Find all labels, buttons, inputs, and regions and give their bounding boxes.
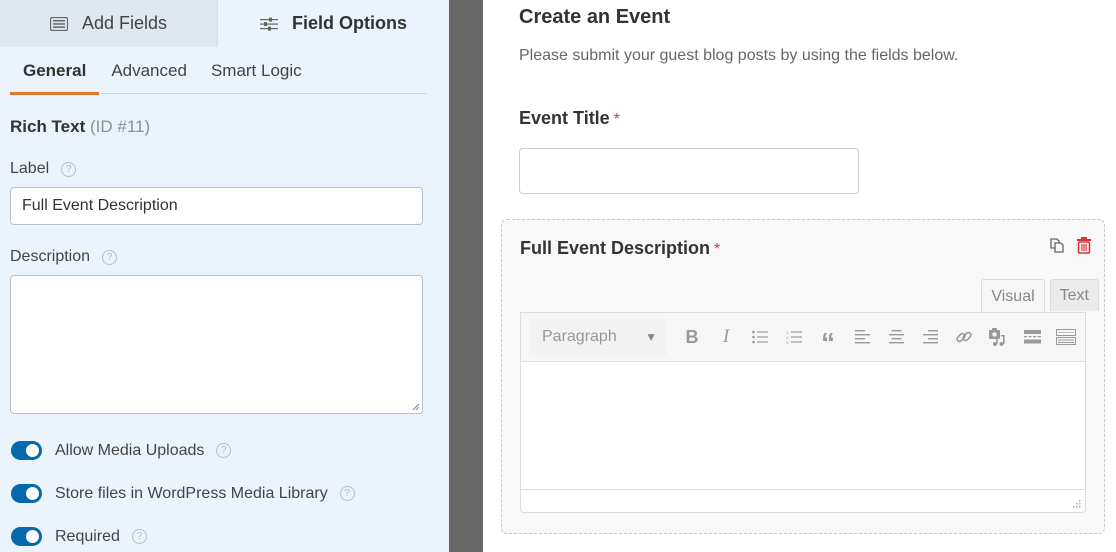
toggle-label: Allow Media Uploads <box>55 441 205 459</box>
toggle-label: Store files in WordPress Media Library <box>55 484 328 502</box>
list-icon <box>49 16 68 31</box>
form-builder: Add Fields Field Options General Advance… <box>0 0 1116 552</box>
toggle-store-files: Store files in WordPress Media Library ? <box>11 484 355 503</box>
help-icon[interactable]: ? <box>216 443 232 458</box>
tab-field-options[interactable]: Field Options <box>218 0 449 47</box>
tab-field-options-label: Field Options <box>292 13 407 33</box>
label-text: Label <box>10 160 50 177</box>
format-select[interactable]: Paragraph ▼ <box>529 318 667 356</box>
form-preview: Create an Event Please submit your guest… <box>483 0 1116 552</box>
editor-toolbar: Paragraph ▼ B I 123 “ <box>521 313 1085 362</box>
sliders-icon <box>260 17 278 31</box>
tab-text[interactable]: Text <box>1049 279 1099 311</box>
tab-visual[interactable]: Visual <box>981 279 1045 313</box>
editor-statusbar <box>521 490 1085 512</box>
store-files-switch[interactable] <box>11 484 42 503</box>
subtab-smart-logic[interactable]: Smart Logic <box>199 48 314 94</box>
panel-divider <box>449 0 483 552</box>
bold-icon[interactable]: B <box>675 320 709 354</box>
description-field-label: Description ? <box>10 248 118 266</box>
full-description-text: Full Event Description <box>520 238 711 258</box>
tab-add-fields[interactable]: Add Fields <box>0 0 218 47</box>
subtab-general[interactable]: General <box>10 48 100 95</box>
toggle-label: Required <box>55 527 120 545</box>
toggle-required: Required ? <box>11 527 147 546</box>
form-title: Create an Event <box>519 6 671 28</box>
rich-text-editor: Paragraph ▼ B I 123 “ <box>520 312 1086 513</box>
help-icon[interactable]: ? <box>61 161 77 177</box>
subtab-advanced[interactable]: Advanced <box>99 48 199 94</box>
bullet-list-icon[interactable] <box>743 320 777 354</box>
field-id: (ID #11) <box>90 117 151 136</box>
resize-handle-icon[interactable] <box>412 403 420 411</box>
duplicate-icon[interactable] <box>1048 236 1066 254</box>
label-input[interactable]: Full Event Description <box>10 187 423 225</box>
field-type-heading: Rich Text (ID #11) <box>10 117 150 137</box>
help-icon[interactable]: ? <box>131 529 147 544</box>
event-title-input[interactable] <box>519 148 859 194</box>
required-asterisk: * <box>714 241 721 258</box>
full-description-label: Full Event Description * <box>520 238 720 259</box>
options-subtabs: General Advanced Smart Logic <box>10 48 427 95</box>
field-actions <box>1048 236 1092 254</box>
toolbar-toggle-icon[interactable] <box>1049 320 1083 354</box>
form-description: Please submit your guest blog posts by u… <box>519 47 959 64</box>
editor-content-area[interactable] <box>521 362 1085 490</box>
caret-down-icon: ▼ <box>645 330 657 344</box>
link-icon[interactable] <box>947 320 981 354</box>
add-media-icon[interactable] <box>981 320 1015 354</box>
align-right-icon[interactable] <box>913 320 947 354</box>
tab-add-fields-label: Add Fields <box>81 13 168 33</box>
editor-mode-tabs: Visual Text <box>981 279 1099 313</box>
format-select-value: Paragraph <box>542 328 617 345</box>
blockquote-icon[interactable]: “ <box>811 320 845 358</box>
resize-handle-icon[interactable] <box>1071 498 1081 508</box>
toggle-allow-media-uploads: Allow Media Uploads ? <box>11 441 232 460</box>
event-title-text: Event Title <box>519 108 610 128</box>
field-options-panel: Add Fields Field Options General Advance… <box>0 0 449 552</box>
numbered-list-icon[interactable]: 123 <box>777 320 811 354</box>
help-icon[interactable]: ? <box>102 249 118 265</box>
required-asterisk: * <box>613 111 620 128</box>
label-field-label: Label ? <box>10 160 77 178</box>
event-title-label: Event Title * <box>519 108 620 129</box>
italic-icon[interactable]: I <box>709 320 743 354</box>
read-more-icon[interactable] <box>1015 320 1049 354</box>
allow-media-uploads-switch[interactable] <box>11 441 42 460</box>
help-icon[interactable]: ? <box>339 486 355 501</box>
description-textarea[interactable] <box>10 275 423 414</box>
field-type-name: Rich Text <box>10 117 86 136</box>
panel-tabs: Add Fields Field Options <box>0 0 449 47</box>
svg-text:3: 3 <box>786 340 789 344</box>
align-left-icon[interactable] <box>845 320 879 354</box>
required-switch[interactable] <box>11 527 42 546</box>
align-center-icon[interactable] <box>879 320 913 354</box>
trash-icon[interactable] <box>1076 236 1092 254</box>
description-text: Description <box>10 248 91 265</box>
